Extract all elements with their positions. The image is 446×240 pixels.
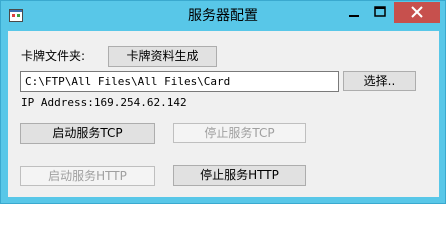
ip-address-label: IP Address:169.254.62.142 xyxy=(21,96,187,109)
title-bar[interactable]: 服务器配置 xyxy=(1,1,445,31)
card-folder-path-input[interactable] xyxy=(20,71,339,92)
stop-tcp-service-button[interactable]: 停止服务TCP xyxy=(173,123,306,143)
maximize-icon xyxy=(374,6,386,17)
client-area: 卡牌文件夹: 卡牌资料生成 选择.. IP Address:169.254.62… xyxy=(8,31,439,197)
app-window: 服务器配置 卡牌文件夹: 卡牌资料生成 选择.. IP Address:169.… xyxy=(0,0,446,204)
start-http-service-button[interactable]: 启动服务HTTP xyxy=(20,166,155,186)
minimize-button[interactable] xyxy=(341,2,367,23)
card-folder-label: 卡牌文件夹: xyxy=(21,49,86,63)
generate-card-data-button[interactable]: 卡牌资料生成 xyxy=(108,46,217,67)
start-tcp-service-button[interactable]: 启动服务TCP xyxy=(20,123,155,144)
browse-button[interactable]: 选择.. xyxy=(343,71,416,91)
close-icon xyxy=(411,6,423,18)
close-button[interactable] xyxy=(394,2,440,23)
minimize-icon xyxy=(349,15,359,17)
stop-http-service-button[interactable]: 停止服务HTTP xyxy=(173,165,306,186)
maximize-button[interactable] xyxy=(367,2,394,23)
